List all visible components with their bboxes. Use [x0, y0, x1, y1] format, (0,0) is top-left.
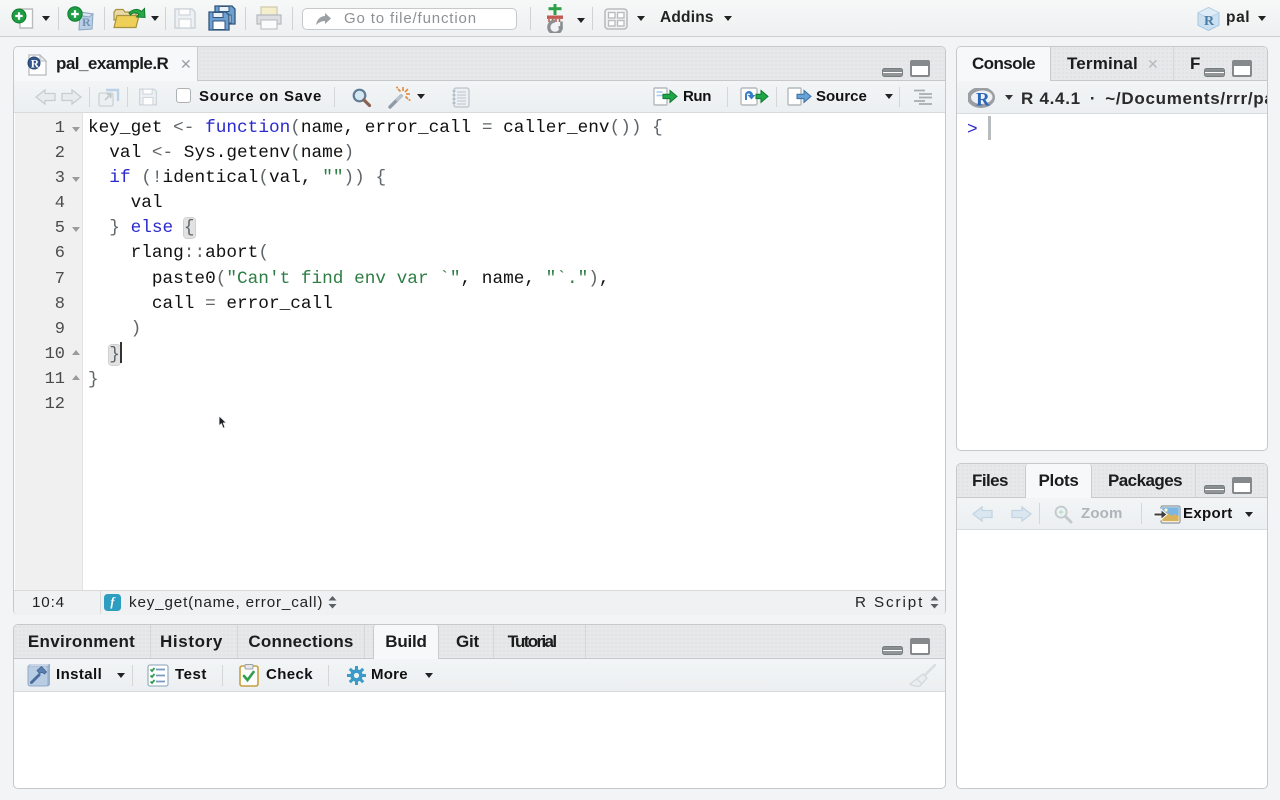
svg-text:R: R: [1204, 14, 1215, 29]
svg-text:R: R: [31, 58, 40, 70]
svg-text:R: R: [976, 90, 990, 109]
svg-text:R: R: [82, 15, 91, 29]
